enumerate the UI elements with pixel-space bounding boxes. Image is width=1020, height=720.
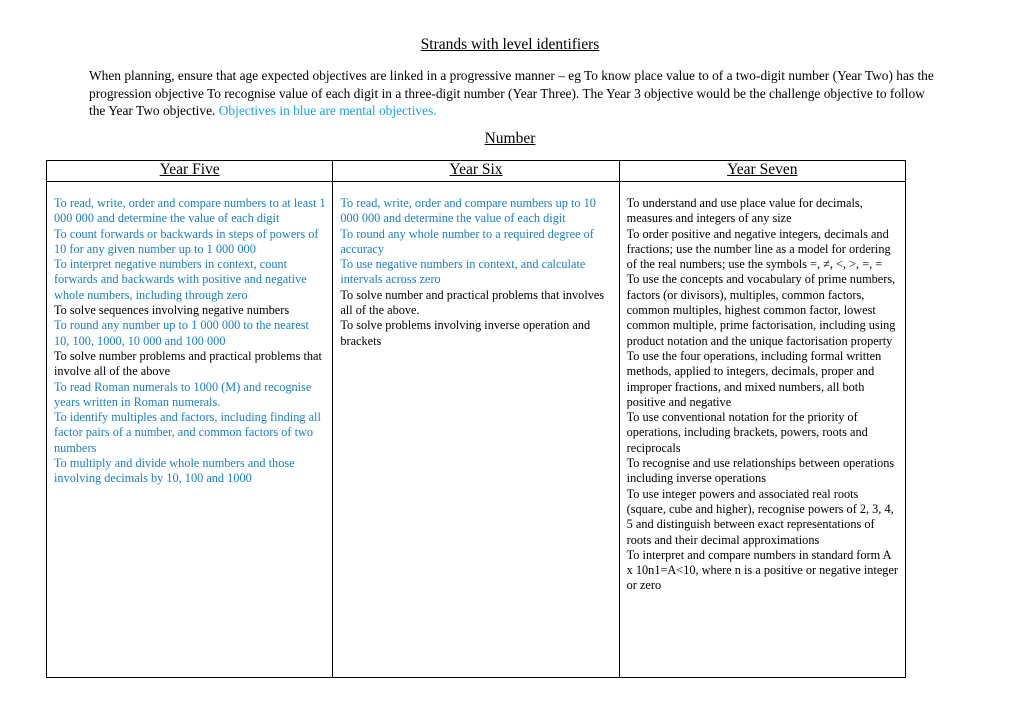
objective: To recognise and use relationships betwe… — [626, 456, 895, 486]
year-seven-objectives: To understand and use place value for de… — [618, 181, 907, 678]
table-body-row: To read, write, order and compare number… — [45, 181, 907, 678]
document-title: Strands with level identifiers — [420, 36, 600, 53]
intro-paragraph: When planning, ensure that age expected … — [89, 67, 939, 120]
objective: To use the concepts and vocabulary of pr… — [626, 272, 896, 348]
mental-objective: To use negative numbers in context, and … — [340, 257, 586, 287]
header-year-five: Year Five — [45, 160, 334, 182]
objective: To solve number problems and practical p… — [54, 348, 322, 379]
mental-objective: To multiply and divide whole numbers and… — [54, 456, 295, 486]
mental-objective: To count forwards or backwards in steps … — [54, 226, 319, 256]
header-year-six: Year Six — [332, 160, 620, 182]
objective: To interpret and compare numbers in stan… — [626, 547, 899, 593]
section-title-number: Number — [484, 130, 536, 147]
objective: To use conventional notation for the pri… — [626, 410, 868, 455]
mental-objective: To read, write, order and compare number… — [54, 196, 326, 226]
intro-mental-note: Objectives in blue are mental objectives… — [218, 103, 437, 118]
objective: To understand and use place value for de… — [626, 196, 863, 226]
objective: To order positive and negative integers,… — [626, 226, 891, 272]
mental-objective: To read, write, order and compare number… — [340, 196, 596, 226]
intro-text: When planning, ensure that age expected … — [89, 68, 934, 118]
objective: To solve number and practical problems t… — [340, 287, 605, 318]
year-five-objectives: To read, write, order and compare number… — [45, 181, 334, 678]
objective: To use integer powers and associated rea… — [626, 486, 894, 547]
mental-objective: To interpret negative numbers in context… — [54, 257, 307, 302]
mental-objective: To round any whole number to a required … — [340, 226, 594, 256]
objectives-table: Year Five Year Six Year Seven To read, w… — [45, 160, 907, 678]
mental-objective: To read Roman numerals to 1000 (M) and r… — [54, 379, 312, 409]
year-six-objectives: To read, write, order and compare number… — [332, 181, 620, 678]
header-year-seven: Year Seven — [618, 160, 907, 182]
table-header-row: Year Five Year Six Year Seven — [45, 160, 907, 182]
objective: To solve sequences involving negative nu… — [54, 303, 290, 318]
mental-objective: To round any number up to 1 000 000 to t… — [54, 318, 309, 348]
objective: To use the four operations, including fo… — [626, 348, 882, 409]
mental-objective: To identify multiples and factors, inclu… — [54, 410, 321, 455]
objective: To solve problems involving inverse oper… — [340, 318, 591, 348]
